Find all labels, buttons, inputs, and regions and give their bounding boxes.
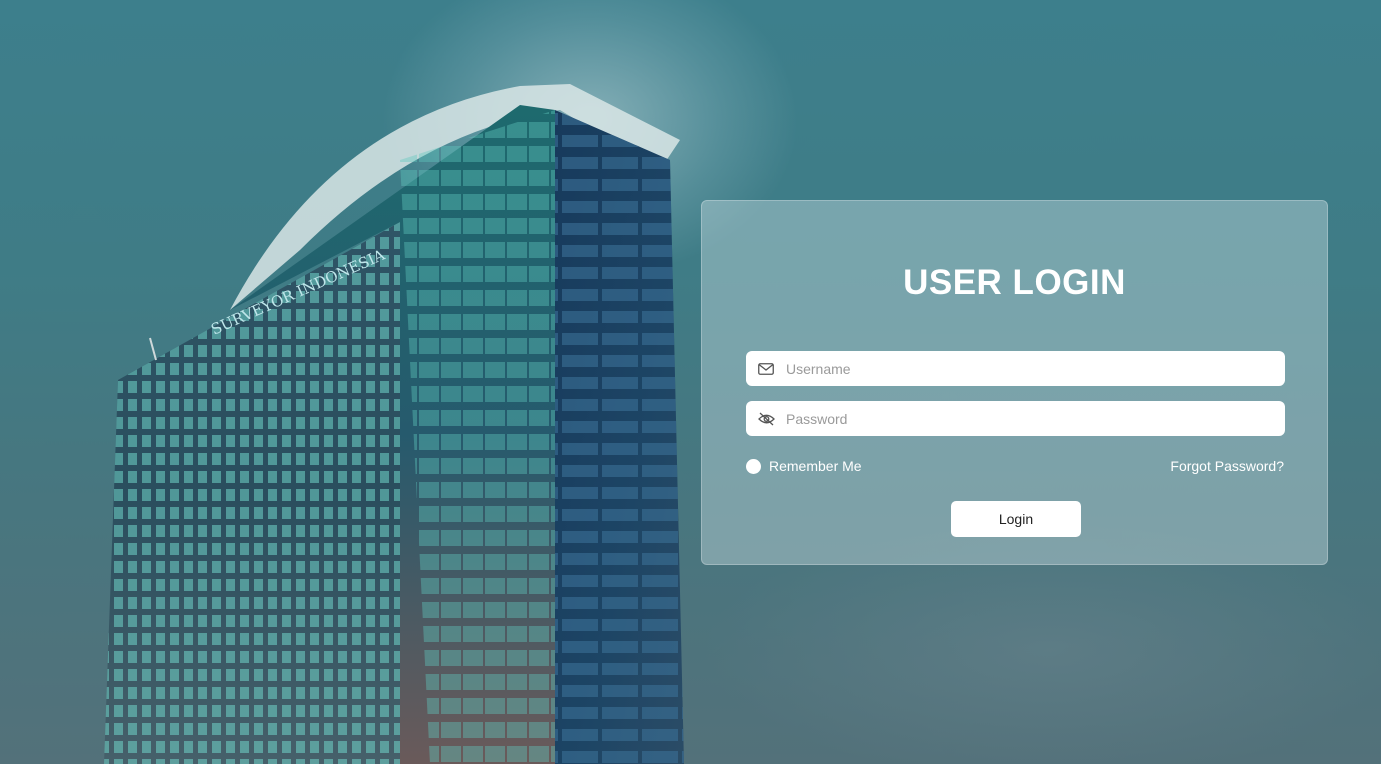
login-title: USER LOGIN [903, 263, 1126, 302]
building-photo: SURVEYOR INDONESIA [104, 84, 684, 764]
envelope-icon [746, 351, 786, 386]
password-input[interactable] [786, 401, 1285, 436]
remember-me-option[interactable]: Remember Me [746, 458, 862, 474]
remember-me-label: Remember Me [769, 458, 862, 474]
login-button[interactable]: Login [951, 501, 1081, 537]
forgot-password-link[interactable]: Forgot Password? [1170, 458, 1284, 474]
login-card: USER LOGIN Remember Me Forgot Password? … [701, 200, 1328, 565]
remember-me-radio[interactable] [746, 458, 761, 474]
password-field[interactable] [746, 401, 1285, 436]
username-input[interactable] [786, 351, 1285, 386]
eye-off-icon[interactable] [746, 401, 786, 436]
username-field[interactable] [746, 351, 1285, 386]
